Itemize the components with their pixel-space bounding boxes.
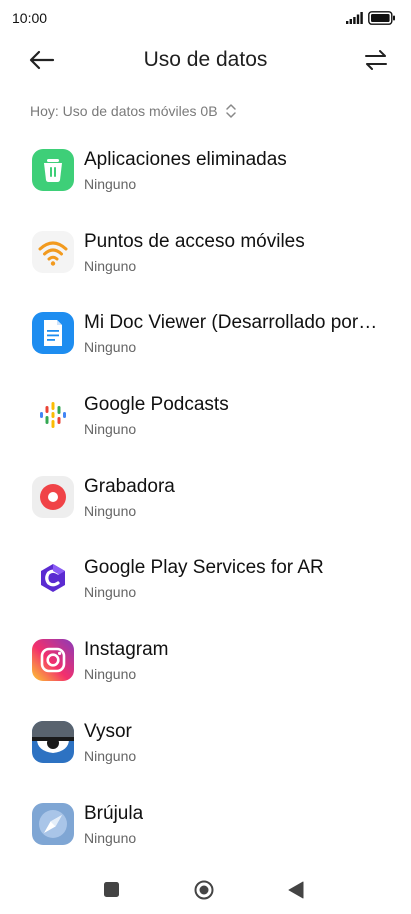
vysor-icon bbox=[32, 720, 74, 763]
instagram-icon bbox=[32, 639, 74, 682]
app-usage: Ninguno bbox=[84, 829, 137, 846]
app-usage: Ninguno bbox=[84, 747, 137, 764]
list-item-google-podcasts[interactable]: Google Podcasts Ninguno bbox=[0, 385, 411, 467]
list-item-puntos-de-acceso[interactable]: Puntos de acceso móviles Ninguno bbox=[0, 222, 411, 304]
wifi-hotspot-icon bbox=[32, 230, 74, 273]
app-name: Grabadora bbox=[84, 475, 175, 497]
list-item-google-play-services-ar[interactable]: Google Play Services for AR Ninguno bbox=[0, 548, 411, 630]
navigation-bar bbox=[0, 862, 411, 914]
app-name: Instagram bbox=[84, 639, 169, 661]
updown-chevron-icon bbox=[225, 104, 236, 118]
list-item-mi-doc-viewer[interactable]: Mi Doc Viewer (Desarrollado por… Ninguno bbox=[0, 303, 411, 385]
list-item-aplicaciones-eliminadas[interactable]: Aplicaciones eliminadas Ninguno bbox=[0, 140, 411, 222]
status-time: 10:00 bbox=[12, 10, 48, 26]
app-name: Google Play Services for AR bbox=[84, 557, 324, 579]
list-item-vysor[interactable]: Vysor Ninguno bbox=[0, 712, 411, 794]
app-usage: Ninguno bbox=[84, 176, 137, 192]
app-usage: Ninguno bbox=[84, 502, 137, 519]
app-name: Vysor bbox=[84, 720, 132, 742]
recent-apps-button[interactable] bbox=[104, 882, 119, 897]
sort-icon[interactable] bbox=[362, 46, 390, 74]
list-item-grabadora[interactable]: Grabadora Ninguno bbox=[0, 467, 411, 549]
list-item-instagram[interactable]: Instagram Ninguno bbox=[0, 630, 411, 712]
app-name: Mi Doc Viewer (Desarrollado por… bbox=[84, 312, 378, 334]
app-usage: Ninguno bbox=[84, 584, 137, 601]
battery-icon bbox=[368, 11, 395, 25]
ar-services-icon bbox=[32, 557, 74, 600]
trash-icon bbox=[32, 149, 74, 191]
app-name: Brújula bbox=[84, 802, 144, 824]
recorder-icon bbox=[32, 475, 74, 518]
compass-icon bbox=[32, 802, 74, 845]
home-button[interactable] bbox=[194, 880, 214, 900]
signal-icon bbox=[346, 12, 363, 24]
app-usage: Ninguno bbox=[84, 666, 137, 683]
usage-period-selector[interactable]: Hoy: Uso de datos móviles 0B bbox=[30, 100, 238, 122]
document-icon bbox=[32, 312, 74, 355]
app-usage: Ninguno bbox=[84, 421, 137, 438]
usage-period-label: Hoy: Uso de datos móviles 0B bbox=[30, 103, 218, 119]
app-name: Puntos de acceso móviles bbox=[84, 230, 305, 252]
page-title: Uso de datos bbox=[143, 48, 268, 71]
nav-back-button[interactable] bbox=[288, 881, 304, 899]
header: Uso de datos bbox=[0, 36, 411, 86]
app-usage: Ninguno bbox=[84, 257, 137, 274]
status-bar: 10:00 bbox=[0, 0, 411, 36]
podcasts-icon bbox=[32, 394, 74, 437]
app-name: Aplicaciones eliminadas bbox=[84, 149, 287, 170]
app-list: Aplicaciones eliminadas Ninguno Puntos d… bbox=[0, 140, 411, 875]
app-name: Google Podcasts bbox=[84, 394, 229, 416]
app-usage: Ninguno bbox=[84, 339, 137, 356]
